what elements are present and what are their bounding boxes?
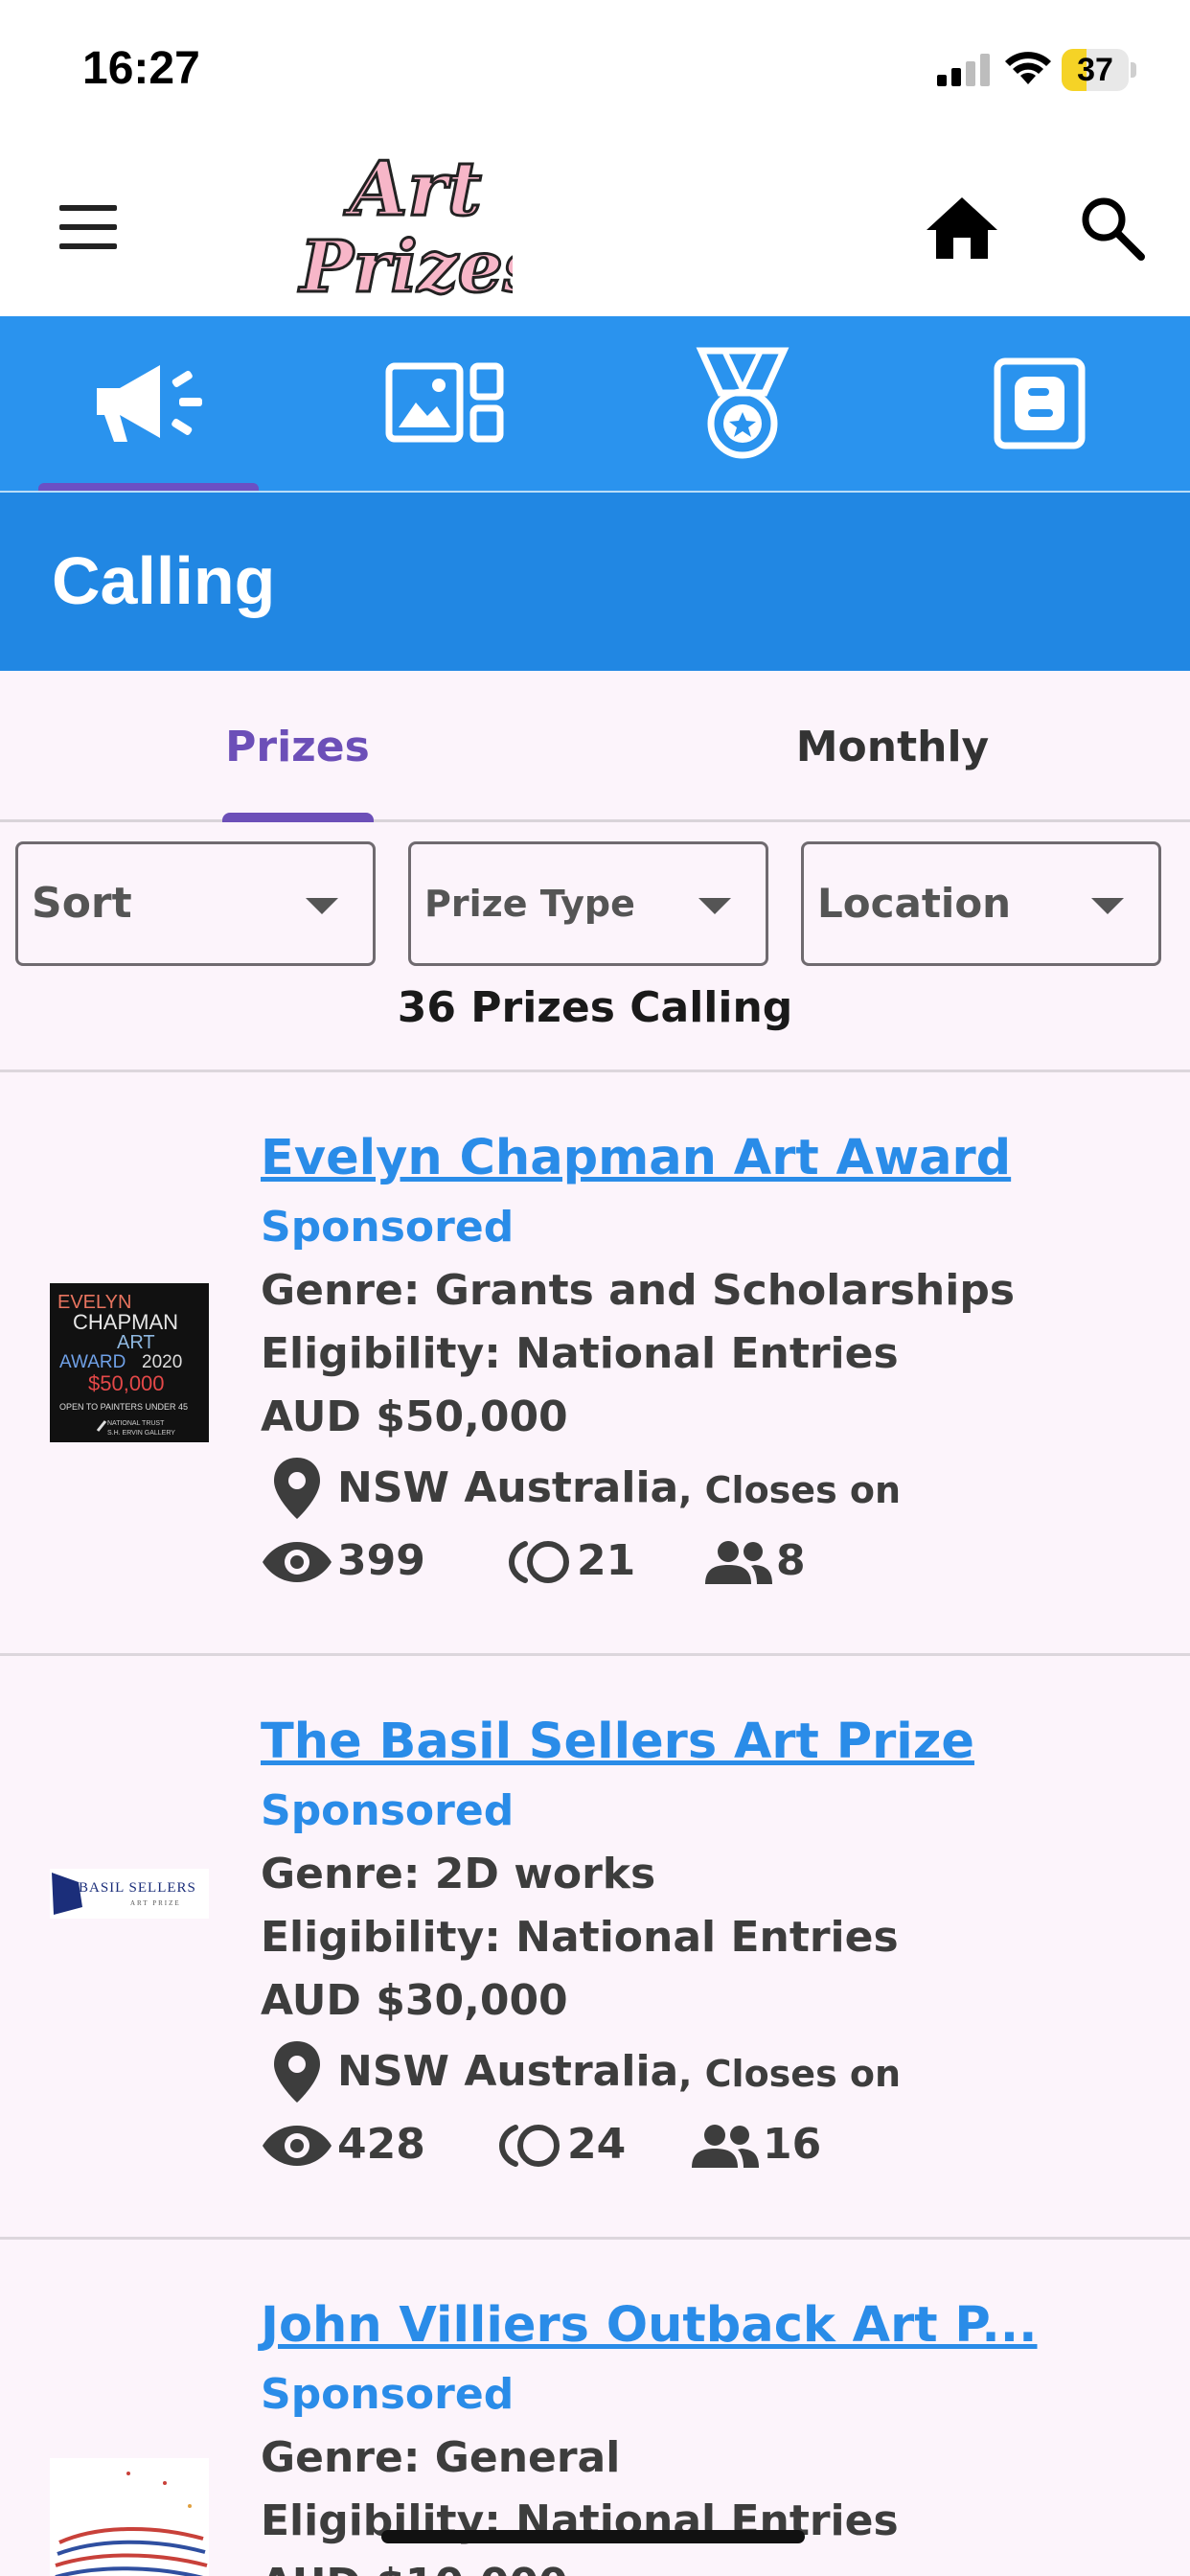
section-title: Calling: [52, 543, 276, 618]
prize-amount: AUD $30,000: [261, 1976, 568, 2025]
prize-amount: AUD $10,000: [261, 2560, 568, 2576]
comments-count: 21: [577, 1536, 636, 1585]
home-icon[interactable]: [925, 194, 999, 263]
entrants-people-icon: [692, 2125, 759, 2168]
art-prizes-logo[interactable]: Art Prizes: [292, 148, 514, 306]
views-eye-icon: [263, 2126, 332, 2166]
prize-card[interactable]: John Villiers Outback Art P... Sponsored…: [0, 2240, 1190, 2576]
search-icon[interactable]: [1078, 194, 1147, 263]
main-tab-bar: [0, 316, 1190, 493]
battery-level: 37: [1077, 52, 1113, 88]
prize-card[interactable]: EVELYN CHAPMAN ART AWARD 2020 $50,000 OP…: [0, 1072, 1190, 1653]
sort-dropdown[interactable]: Sort: [15, 841, 376, 966]
prize-thumbnail[interactable]: EVELYN CHAPMAN ART AWARD 2020 $50,000 OP…: [50, 1283, 209, 1442]
wifi-icon: [1005, 52, 1051, 84]
location-dropdown-label: Location: [817, 880, 1012, 927]
sponsored-label: Sponsored: [261, 2370, 515, 2419]
views-eye-icon: [263, 1542, 332, 1582]
prize-thumbnail[interactable]: BASIL SELLERS ART PRIZE: [50, 1869, 209, 1919]
subtab-monthly[interactable]: Monthly: [595, 671, 1190, 822]
chevron-down-icon: [306, 898, 338, 914]
comments-count: 24: [567, 2120, 627, 2169]
comments-icon: [498, 2125, 560, 2167]
location-dropdown[interactable]: Location: [801, 841, 1161, 966]
prize-card[interactable]: BASIL SELLERS ART PRIZE The Basil Seller…: [0, 1656, 1190, 2237]
svg-text:NATIONAL TRUST: NATIONAL TRUST: [107, 1420, 165, 1427]
prize-genre: Genre: 2D works: [261, 1850, 656, 1898]
prize-eligibility: Eligibility: National Entries: [261, 1329, 899, 1378]
svg-text:AWARD: AWARD: [59, 1352, 126, 1372]
tab-gallery[interactable]: [297, 316, 594, 491]
prize-closes: , Closes on: [678, 2053, 902, 2095]
svg-text:ART: ART: [117, 1332, 155, 1353]
entrants-people-icon: [705, 1541, 772, 1584]
sub-tab-bar: Prizes Monthly: [0, 671, 1190, 822]
svg-text:OPEN TO PAINTERS UNDER 45: OPEN TO PAINTERS UNDER 45: [59, 1402, 188, 1412]
result-count: 36 Prizes Calling: [397, 983, 793, 1032]
subtab-prizes[interactable]: Prizes: [0, 671, 595, 822]
prize-closes: , Closes on: [678, 1469, 902, 1511]
prize-location: NSW Australia: [337, 1463, 679, 1512]
prize-type-dropdown-label: Prize Type: [424, 883, 635, 925]
gallery-icon: [385, 362, 504, 443]
prize-type-dropdown[interactable]: Prize Type: [408, 841, 768, 966]
sort-dropdown-label: Sort: [32, 879, 132, 928]
entrants-count: 8: [776, 1536, 806, 1585]
prize-amount: AUD $50,000: [261, 1392, 568, 1441]
app-header: Art Prizes: [0, 134, 1190, 316]
subtab-indicator: [222, 813, 374, 822]
tab-winners[interactable]: [594, 316, 891, 491]
location-pin-icon: [274, 2041, 320, 2103]
sponsored-label: Sponsored: [261, 1786, 515, 1835]
prize-location-row: NSW Australia , Closes on: [270, 2039, 941, 2106]
prize-genre: Genre: General: [261, 2433, 621, 2482]
sponsored-label: Sponsored: [261, 1203, 515, 1252]
views-count: 399: [337, 1536, 425, 1585]
prize-thumbnail[interactable]: [50, 2458, 209, 2576]
hamburger-menu-icon[interactable]: [54, 203, 123, 251]
svg-text:CHAPMAN: CHAPMAN: [73, 1310, 178, 1334]
comments-icon: [508, 1541, 569, 1583]
medal-icon: [696, 347, 790, 459]
battery-indicator: 37: [1062, 49, 1136, 91]
cellular-signal-icon: [937, 54, 990, 86]
svg-text:S.H. ERVIN GALLERY: S.H. ERVIN GALLERY: [107, 1430, 175, 1437]
svg-text:ART PRIZE: ART PRIZE: [130, 1899, 181, 1907]
prize-eligibility: Eligibility: National Entries: [261, 1913, 899, 1962]
svg-text:Prizes: Prizes: [298, 226, 513, 306]
entrants-count: 16: [763, 2120, 822, 2169]
tab-calling[interactable]: [0, 316, 297, 491]
prize-genre: Genre: Grants and Scholarships: [261, 1266, 1016, 1315]
section-header: Calling: [0, 493, 1190, 671]
svg-text:Art: Art: [343, 148, 482, 233]
svg-text:BASIL SELLERS: BASIL SELLERS: [79, 1880, 196, 1896]
chevron-down-icon: [698, 898, 731, 914]
blog-icon: [994, 357, 1086, 449]
svg-text:2020: 2020: [142, 1352, 182, 1372]
prize-location-row: NSW Australia , Closes on: [270, 1456, 941, 1523]
home-indicator-bar[interactable]: [381, 2530, 805, 2543]
tab-blog[interactable]: [891, 316, 1188, 491]
views-count: 428: [337, 2120, 425, 2169]
status-time: 16:27: [82, 43, 200, 94]
prize-title-link[interactable]: Evelyn Chapman Art Award: [261, 1130, 1011, 1186]
prize-title-link[interactable]: John Villiers Outback Art P...: [261, 2297, 1038, 2354]
prize-location: NSW Australia: [337, 2047, 679, 2096]
location-pin-icon: [274, 1458, 320, 1519]
chevron-down-icon: [1091, 898, 1124, 914]
megaphone-icon: [97, 365, 202, 442]
status-bar: 16:27 37: [0, 0, 1190, 134]
prize-title-link[interactable]: The Basil Sellers Art Prize: [261, 1714, 974, 1770]
svg-text:$50,000: $50,000: [88, 1371, 165, 1395]
active-tab-indicator: [38, 483, 259, 491]
